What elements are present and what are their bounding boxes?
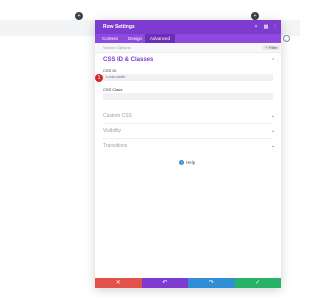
modal-footer: ✕ ↶ ↷ ✓ xyxy=(95,278,281,288)
tab-advanced[interactable]: Advanced xyxy=(145,34,176,43)
section-custom-css[interactable]: Custom CSS xyxy=(103,113,132,119)
section-divider xyxy=(103,138,273,139)
close-icon[interactable]: × xyxy=(253,24,259,30)
tab-content[interactable]: Content xyxy=(97,34,123,43)
chevron-down-icon[interactable]: ⌄ xyxy=(271,113,275,119)
modal-header: Row Settings × ▦ ⋮ xyxy=(95,20,281,34)
search-options-bar: Search Options + Filter xyxy=(95,43,281,53)
redo-button[interactable]: ↷ xyxy=(188,278,235,288)
modal-title: Row Settings xyxy=(103,24,135,30)
help-icon: ? xyxy=(179,160,184,165)
tab-design[interactable]: Design xyxy=(123,34,147,43)
section-options-icon[interactable]: ⋮ xyxy=(276,58,280,63)
section-title-css-id-classes[interactable]: CSS ID & Classes xyxy=(103,57,153,63)
css-id-input[interactable]: c-nav-width xyxy=(103,74,273,81)
css-class-label: CSS Class xyxy=(103,87,123,92)
chevron-down-icon[interactable]: ⌄ xyxy=(271,143,275,149)
save-button[interactable]: ✓ xyxy=(234,278,281,288)
discard-button[interactable]: ✕ xyxy=(95,278,142,288)
columns-icon[interactable]: ▦ xyxy=(263,24,269,30)
help-link[interactable]: ? Help xyxy=(179,160,195,165)
row-settings-modal: Row Settings × ▦ ⋮ Content Design Advanc… xyxy=(95,20,281,288)
filter-button[interactable]: + Filter xyxy=(262,45,281,50)
css-id-label: CSS ID xyxy=(103,68,117,73)
search-input[interactable]: Search Options xyxy=(103,45,131,50)
chevron-down-icon[interactable]: ⌄ xyxy=(271,128,275,134)
help-label: Help xyxy=(186,160,196,165)
section-visibility[interactable]: Visibility xyxy=(103,128,121,134)
chevron-up-icon[interactable]: ⌃ xyxy=(271,58,275,64)
builder-circle-icon xyxy=(283,35,290,42)
section-transitions[interactable]: Transitions xyxy=(103,143,127,149)
add-row-plus-icon[interactable]: + xyxy=(251,12,259,20)
more-options-icon[interactable]: ⋮ xyxy=(272,24,278,30)
step-badge: 1 xyxy=(95,74,103,82)
add-row-plus-icon[interactable]: + xyxy=(75,12,83,20)
undo-button[interactable]: ↶ xyxy=(141,278,188,288)
section-divider xyxy=(103,123,273,124)
css-id-value: c-nav-width xyxy=(106,75,126,79)
css-class-input[interactable] xyxy=(103,93,273,100)
modal-tabs: Content Design Advanced xyxy=(95,34,281,43)
